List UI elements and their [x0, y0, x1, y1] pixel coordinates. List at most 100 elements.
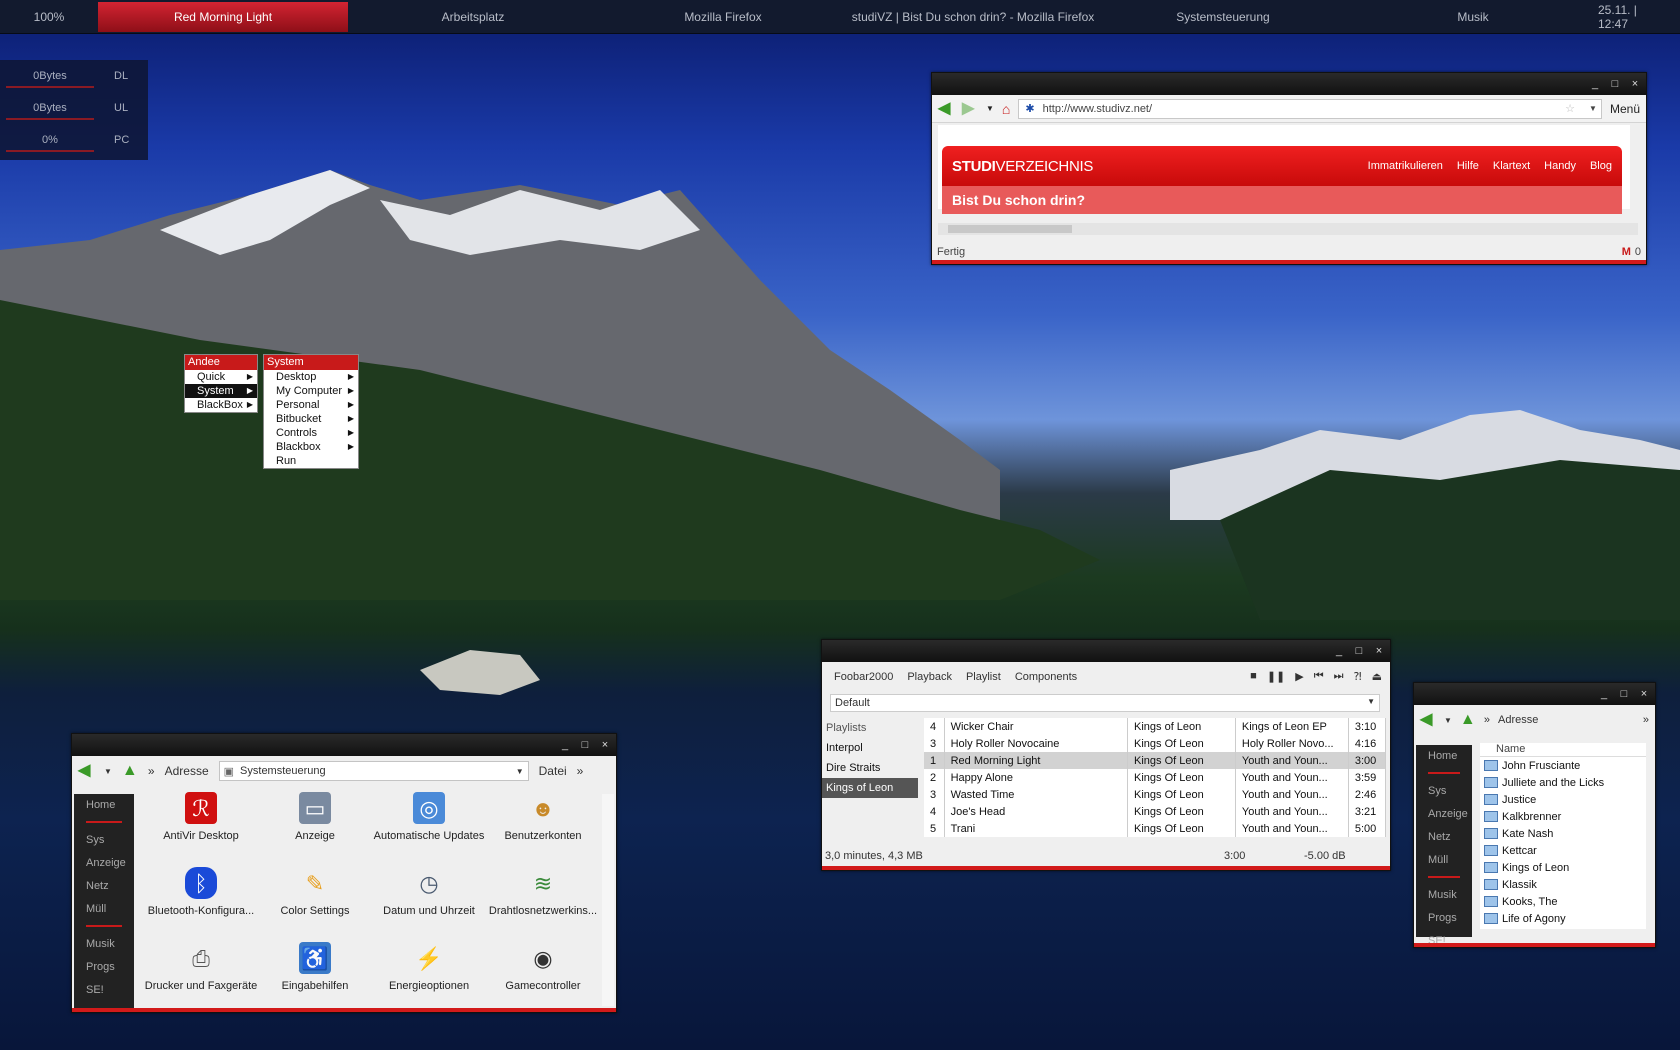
chevron-more-icon[interactable]: » [1484, 714, 1490, 726]
track-row[interactable]: 4 Wicker Chair Kings of Leon Kings of Leon … [924, 718, 1387, 735]
cp-item-datum-uhrzeit[interactable]: ◷ Datum und Uhrzeit [372, 867, 486, 942]
task-firefox[interactable]: Mozilla Firefox [598, 0, 848, 34]
gmail-icon[interactable]: M [1622, 246, 1631, 258]
sidebar-item-progs[interactable]: Progs [1416, 907, 1472, 930]
address-dropdown-icon[interactable]: ▼ [516, 767, 524, 776]
maximize-button[interactable]: □ [1354, 646, 1364, 657]
address-label[interactable]: Adresse [1498, 714, 1538, 726]
back-icon[interactable]: ◀ [78, 763, 94, 779]
track-row[interactable]: 5 Trani Kings Of Leon Youth and Youn... 5:00 [924, 820, 1387, 837]
menu-item-desktop[interactable]: Desktop ▶ [264, 370, 358, 384]
minimize-button[interactable]: _ [1334, 646, 1344, 657]
back-icon[interactable]: ◀ [938, 100, 954, 116]
track-row[interactable]: 1 Red Morning Light Kings Of Leon Youth and… [924, 752, 1387, 769]
menu-playlist[interactable]: Playlist [966, 671, 1001, 683]
close-button[interactable]: × [1639, 689, 1649, 700]
menu-components[interactable]: Components [1015, 671, 1077, 683]
playlist-dire-straits[interactable]: Dire Straits [822, 758, 918, 778]
folder-item[interactable]: Kings of Leon [1480, 859, 1646, 876]
cp-item-updates[interactable]: ◎ Automatische Updates [372, 792, 486, 867]
sidebar-item-musik[interactable]: Musik [74, 933, 134, 956]
cp-item-antivir[interactable]: ℛ AntiVir Desktop [144, 792, 258, 867]
up-icon[interactable]: ▲ [122, 763, 138, 779]
maximize-button[interactable]: □ [580, 740, 590, 751]
maximize-button[interactable]: □ [1619, 689, 1629, 700]
menu-item-controls[interactable]: Controls ▶ [264, 426, 358, 440]
close-button[interactable]: × [600, 740, 610, 751]
sidebar-item-muell[interactable]: Müll [1416, 849, 1472, 872]
folder-item[interactable]: Kalkbrenner [1480, 808, 1646, 825]
horizontal-scrollbar[interactable] [938, 223, 1638, 235]
cp-item-color-settings[interactable]: ✎ Color Settings [258, 867, 372, 942]
nav-handy[interactable]: Handy [1544, 160, 1576, 172]
play-icon[interactable]: ▶ [1295, 670, 1303, 683]
eject-icon[interactable]: ⏏ [1372, 670, 1382, 683]
sidebar-item-home[interactable]: Home [1416, 745, 1472, 768]
chevron-more-icon[interactable]: » [1643, 714, 1649, 726]
track-row[interactable]: 3 Wasted Time Kings Of Leon Youth and Youn.… [924, 786, 1387, 803]
sidebar-item-muell[interactable]: Müll [74, 898, 134, 921]
url-dropdown-icon[interactable]: ▼ [1589, 104, 1597, 113]
folder-item[interactable]: Justice [1480, 791, 1646, 808]
folder-item[interactable]: Life of Agony [1480, 910, 1646, 927]
next-icon[interactable]: ⏭ [1334, 670, 1344, 683]
task-systemsteuerung[interactable]: Systemsteuerung [1098, 0, 1348, 34]
menu-playback[interactable]: Playback [907, 671, 952, 683]
close-button[interactable]: × [1374, 646, 1384, 657]
cp-item-drucker[interactable]: ⎙ Drucker und Faxgeräte [144, 942, 258, 1017]
datei-menu[interactable]: Datei [539, 764, 567, 778]
url-bar[interactable]: ✱ http://www.studivz.net/ ☆ ▼ [1018, 98, 1602, 119]
folder-item[interactable]: Klassik [1480, 876, 1646, 893]
menu-foobar2000[interactable]: Foobar2000 [834, 671, 893, 683]
nav-blog[interactable]: Blog [1590, 160, 1612, 172]
minimize-button[interactable]: _ [560, 740, 570, 751]
minimize-button[interactable]: _ [1590, 79, 1600, 90]
folder-item[interactable]: Julliete and the Licks [1480, 774, 1646, 791]
vertical-scrollbar[interactable] [602, 794, 614, 1006]
cp-item-bluetooth[interactable]: ᛒ Bluetooth-Konfigura... [144, 867, 258, 942]
sidebar-item-progs[interactable]: Progs [74, 956, 134, 979]
track-row[interactable]: 4 Joe's Head Kings Of Leon Youth and Youn..… [924, 803, 1387, 820]
studivz-logo[interactable]: STUDIVERZEICHNIS [952, 158, 1093, 175]
sidebar-item-home[interactable]: Home [74, 794, 134, 817]
task-red-morning-light[interactable]: Red Morning Light [98, 1, 348, 32]
address-bar[interactable]: ▣ Systemsteuerung ▼ [218, 761, 529, 781]
cp-item-energieoptionen[interactable]: ⚡ Energieoptionen [372, 942, 486, 1017]
sidebar-item-anzeige[interactable]: Anzeige [74, 852, 134, 875]
menu-item-bitbucket[interactable]: Bitbucket ▶ [264, 412, 358, 426]
menu-button[interactable]: Menü [1610, 102, 1640, 116]
menu-item-my-computer[interactable]: My Computer ▶ [264, 384, 358, 398]
maximize-button[interactable]: □ [1610, 79, 1620, 90]
home-icon[interactable]: ⌂ [1002, 101, 1010, 117]
sidebar-item-se[interactable]: SE! [74, 979, 134, 1002]
sidebar-item-anzeige[interactable]: Anzeige [1416, 803, 1472, 826]
back-icon[interactable]: ◀ [1420, 712, 1436, 728]
chevron-more-icon[interactable]: » [577, 764, 584, 778]
task-musik[interactable]: Musik [1348, 0, 1598, 34]
scrollbar-thumb[interactable] [948, 225, 1072, 233]
folder-item[interactable]: John Frusciante [1480, 757, 1646, 774]
minimize-button[interactable]: _ [1599, 689, 1609, 700]
playlist-selector[interactable]: Default ▼ [830, 694, 1380, 712]
sidebar-item-netz[interactable]: Netz [1416, 826, 1472, 849]
chevron-more-icon[interactable]: » [148, 764, 155, 778]
folder-item[interactable]: Kate Nash [1480, 825, 1646, 842]
playlist-interpol[interactable]: Interpol [822, 738, 918, 758]
cp-item-gamecontroller[interactable]: ◉ Gamecontroller [486, 942, 600, 1017]
random-icon[interactable]: ⁈ [1354, 670, 1362, 683]
folder-item[interactable]: Kettcar [1480, 842, 1646, 859]
cp-item-drahtlos[interactable]: ≋ Drahtlosnetzwerkins... [486, 867, 600, 942]
sidebar-item-se[interactable]: SE! [1416, 930, 1472, 953]
stop-icon[interactable]: ■ [1250, 670, 1257, 683]
cp-item-anzeige[interactable]: ▭ Anzeige [258, 792, 372, 867]
menu-item-blackbox[interactable]: BlackBox ▶ [185, 398, 257, 412]
name-column-header[interactable]: Name [1480, 743, 1646, 757]
back-dropdown-icon[interactable]: ▼ [104, 767, 112, 776]
up-icon[interactable]: ▲ [1460, 712, 1476, 728]
task-studivz[interactable]: studiVZ | Bist Du schon drin? - Mozilla … [848, 0, 1098, 34]
menu-item-run[interactable]: Run [264, 454, 358, 468]
previous-icon[interactable]: ⏮ [1314, 670, 1324, 683]
folder-item[interactable]: Kooks, The [1480, 893, 1646, 910]
sidebar-item-netz[interactable]: Netz [74, 875, 134, 898]
nav-immatrikulieren[interactable]: Immatrikulieren [1368, 160, 1443, 172]
